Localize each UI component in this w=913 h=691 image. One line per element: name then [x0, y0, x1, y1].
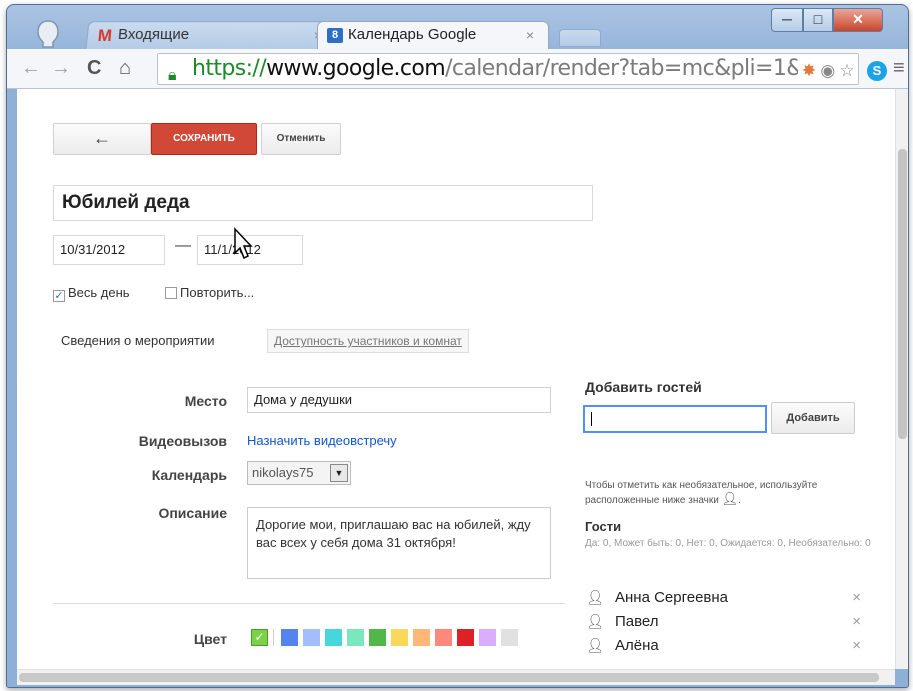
- color-swatch[interactable]: [281, 629, 298, 646]
- close-window-button[interactable]: ✕: [833, 8, 883, 32]
- color-swatch[interactable]: [347, 629, 364, 646]
- scrollbar-thumb[interactable]: [19, 673, 879, 682]
- vertical-scrollbar[interactable]: [895, 89, 908, 669]
- schedule-video-call-link[interactable]: Назначить видеовстречу: [247, 433, 397, 448]
- calendar-label: Календарь: [151, 467, 227, 483]
- color-swatch[interactable]: [501, 629, 518, 646]
- save-button[interactable]: СОХРАНИТЬ: [151, 123, 257, 155]
- horizontal-scrollbar[interactable]: [17, 669, 895, 685]
- color-swatch[interactable]: [369, 629, 386, 646]
- tab-availability[interactable]: Доступность участников и комнат: [267, 329, 469, 353]
- back-button[interactable]: ←: [53, 123, 151, 155]
- all-day-label: Весь день: [68, 285, 130, 300]
- google-calendar-icon: 8: [327, 28, 343, 43]
- person-icon[interactable]: 👤︎: [585, 589, 605, 606]
- description-label: Описание: [158, 505, 227, 521]
- color-swatch[interactable]: [391, 629, 408, 646]
- browser-window: M Входящие × 8 Календарь Google × ─ □ ✕ …: [6, 4, 909, 688]
- mouse-pointer-icon: [234, 227, 253, 260]
- tab-close-icon[interactable]: ×: [526, 22, 534, 48]
- color-swatch[interactable]: [325, 629, 342, 646]
- guest-row: 👤︎ Анна Сергеевна ×: [585, 589, 885, 611]
- tab-label: Календарь Google: [348, 26, 477, 43]
- location-input[interactable]: Дома у дедушки: [247, 387, 551, 413]
- divider: [53, 603, 565, 604]
- add-guest-button[interactable]: Добавить: [771, 402, 855, 434]
- tab-inbox[interactable]: M Входящие ×: [85, 21, 339, 50]
- swatch-divider: [273, 629, 274, 646]
- scrollbar-thumb[interactable]: [898, 149, 907, 439]
- remove-guest-icon[interactable]: ×: [852, 613, 861, 630]
- guests-rsvp-stats: Да: 0, Может быть: 0, Нет: 0, Ожидается:…: [585, 538, 871, 549]
- person-icon[interactable]: 👤︎: [585, 637, 605, 654]
- maximize-button[interactable]: □: [803, 8, 833, 32]
- description-textarea[interactable]: Дорогие мои, приглашаю вас на юбилей, жд…: [247, 507, 551, 579]
- extension-icon[interactable]: ✸: [802, 61, 816, 81]
- start-date-input[interactable]: 10/31/2012: [53, 235, 165, 265]
- menu-icon[interactable]: ≡: [893, 57, 905, 80]
- cancel-button[interactable]: Отменить: [261, 123, 341, 155]
- url-host: www.google.com: [266, 56, 446, 81]
- address-bar[interactable]: 🔒︎ https://www.google.com/calendar/rende…: [157, 53, 859, 85]
- repeat-checkbox-row[interactable]: Повторить...: [165, 285, 254, 300]
- remove-guest-icon[interactable]: ×: [852, 637, 861, 654]
- add-guest-input[interactable]: [583, 405, 767, 433]
- tab-event-details[interactable]: Сведения о мероприятии: [61, 333, 215, 348]
- remove-guest-icon[interactable]: ×: [852, 589, 861, 606]
- home-icon[interactable]: ⌂: [119, 57, 131, 80]
- color-swatch[interactable]: [457, 629, 474, 646]
- guest-row: 👤︎ Алёна ×: [585, 637, 885, 659]
- person-icon[interactable]: 👤︎: [585, 613, 605, 630]
- chevron-down-icon[interactable]: ▼: [330, 464, 348, 482]
- lock-icon: 🔒︎: [168, 65, 177, 84]
- guest-name: Алёна: [615, 637, 659, 654]
- color-swatch-selected[interactable]: ✓: [251, 629, 268, 646]
- reload-icon[interactable]: C: [87, 57, 101, 80]
- gmail-icon: M: [96, 26, 113, 46]
- guest-name: Анна Сергеевна: [615, 589, 729, 606]
- back-arrow-icon[interactable]: ←: [21, 57, 41, 80]
- guest-row: 👤︎ Павел ×: [585, 613, 885, 635]
- color-label: Цвет: [193, 631, 227, 647]
- color-swatch[interactable]: [479, 629, 496, 646]
- skype-icon[interactable]: S: [867, 61, 887, 81]
- date-separator: —: [175, 237, 191, 254]
- url-scheme: https://: [192, 56, 267, 81]
- color-swatch[interactable]: [435, 629, 452, 646]
- new-tab-button[interactable]: [559, 29, 601, 47]
- repeat-label: Повторить...: [180, 285, 255, 300]
- guests-heading: Гости: [585, 519, 622, 534]
- calendar-event-editor: ← СОХРАНИТЬ Отменить Юбилей деда 10/31/2…: [17, 89, 895, 669]
- all-day-checkbox[interactable]: ✓: [53, 290, 65, 302]
- all-day-checkbox-row[interactable]: ✓ Весь день: [53, 285, 130, 302]
- eye-icon[interactable]: ◉: [820, 61, 835, 81]
- minimize-button[interactable]: ─: [771, 8, 803, 32]
- tab-calendar[interactable]: 8 Календарь Google ×: [317, 21, 549, 49]
- tab-label: Входящие: [117, 26, 190, 44]
- repeat-checkbox[interactable]: [165, 287, 177, 299]
- browser-toolbar: ← → C ⌂ 🔒︎ https://www.google.com/calend…: [7, 49, 908, 89]
- color-swatch[interactable]: [413, 629, 430, 646]
- person-icon: 👤︎: [721, 491, 739, 506]
- star-icon[interactable]: ☆: [839, 61, 854, 81]
- guest-name: Павел: [615, 613, 659, 630]
- url-path: /calendar/render?tab=mc&pli=1&: [445, 56, 803, 81]
- event-title-input[interactable]: Юбилей деда: [53, 185, 593, 221]
- video-call-label: Видеовызов: [138, 433, 227, 449]
- location-label: Место: [184, 393, 227, 409]
- add-guests-heading: Добавить гостей: [585, 379, 702, 395]
- optional-guests-note: Чтобы отметить как необязательное, испол…: [585, 480, 818, 506]
- calendar-select-value: nikolays75: [252, 465, 314, 480]
- forward-arrow-icon[interactable]: →: [51, 57, 71, 80]
- color-palette: ✓: [251, 629, 541, 652]
- profile-icon[interactable]: [35, 19, 61, 49]
- color-swatch[interactable]: [303, 629, 320, 646]
- calendar-select[interactable]: nikolays75 ▼: [247, 461, 351, 485]
